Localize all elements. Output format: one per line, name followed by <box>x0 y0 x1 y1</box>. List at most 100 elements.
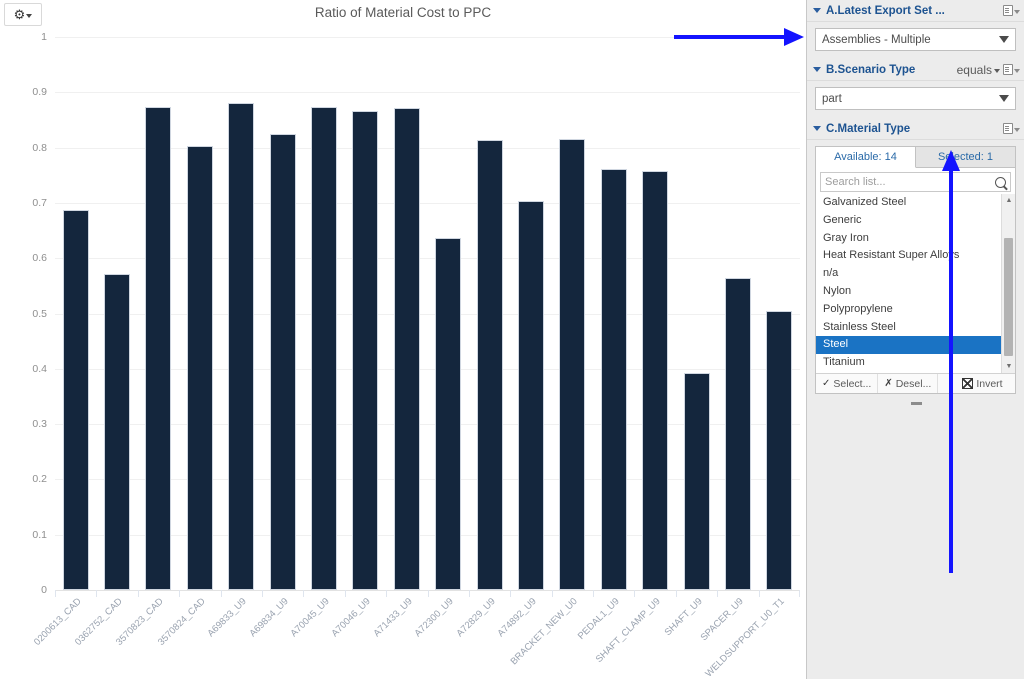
gridline <box>55 92 800 94</box>
invert-icon <box>962 378 974 389</box>
bar[interactable] <box>435 238 462 590</box>
bar[interactable] <box>62 209 89 590</box>
y-tick-label: 0.5 <box>32 307 47 320</box>
search-placeholder: Search list... <box>825 176 886 188</box>
gridline <box>55 37 800 38</box>
y-tick-label: 0.9 <box>32 86 47 99</box>
invert-selection-button[interactable]: Invert <box>956 374 1008 393</box>
page-title: Ratio of Material Cost to PPC <box>314 5 492 20</box>
bar[interactable] <box>642 170 669 590</box>
scroll-down-arrow-icon[interactable]: ▼ <box>1002 360 1015 373</box>
bar[interactable] <box>766 310 793 590</box>
material-type-selector: Available: 14 Selected: 1 Search list...… <box>815 146 1016 394</box>
y-axis-ticks: 0 0.1 0.2 0.3 0.4 0.5 0.6 0.7 0.8 0.9 1 <box>0 31 47 596</box>
bar[interactable] <box>228 103 255 590</box>
material-list-item[interactable]: Steel <box>816 336 1001 355</box>
material-list-item[interactable]: Gray Iron <box>816 230 1001 248</box>
bar[interactable] <box>724 277 751 590</box>
triangle-down-icon[interactable] <box>813 67 821 72</box>
check-icon: ✓ <box>822 378 831 389</box>
material-list-item[interactable]: Titanium <box>816 354 1001 372</box>
plot-area <box>55 37 800 591</box>
material-list-item[interactable]: Stainless Steel <box>816 319 1001 337</box>
tab-selected[interactable]: Selected: 1 <box>916 147 1015 167</box>
sheet-menu-icon[interactable] <box>1003 64 1020 75</box>
bar[interactable] <box>517 200 544 590</box>
bar[interactable] <box>145 107 172 590</box>
filter-c-header[interactable]: C.Material Type <box>807 118 1024 140</box>
triangle-down-icon[interactable] <box>813 126 821 131</box>
magnifier-icon[interactable] <box>995 176 1006 188</box>
y-tick-label: 0 <box>41 584 47 596</box>
export-set-dropdown[interactable]: Assemblies - Multiple <box>815 28 1016 51</box>
filter-a-header[interactable]: A.Latest Export Set ... <box>807 0 1024 22</box>
filter-b-header[interactable]: B.Scenario Type equals <box>807 59 1024 81</box>
invert-label: Invert <box>976 377 1003 390</box>
filter-a-title: A.Latest Export Set ... <box>826 4 945 17</box>
y-tick-label: 0.3 <box>32 418 47 431</box>
panel-collapse-handle[interactable] <box>807 396 1024 410</box>
material-list-item[interactable]: Galvanized Steel <box>816 194 1001 212</box>
bar[interactable] <box>352 111 379 590</box>
sheet-glyph <box>1003 64 1013 75</box>
scenario-operator-label: equals <box>956 62 992 77</box>
filter-b-title: B.Scenario Type <box>826 63 916 76</box>
y-tick-label: 0.8 <box>32 141 47 154</box>
scenario-operator-dropdown[interactable]: equals <box>957 63 1000 77</box>
bar[interactable] <box>476 140 503 590</box>
y-tick-label: 0.6 <box>32 252 47 265</box>
app-root: ⚙ Ratio of Material Cost to PPC 0 0.1 0.2 0… <box>0 0 1024 679</box>
material-list-wrapper: Galvanized Steel Generic Gray Iron Heat Res… <box>816 194 1015 373</box>
x-tick-label: 0200613_CAD <box>31 596 84 648</box>
material-list-item[interactable]: Heat Resistant Super Alloys <box>816 247 1001 265</box>
sheet-menu-icon[interactable] <box>1003 123 1020 134</box>
material-tabs: Available: 14 Selected: 1 <box>816 147 1015 168</box>
sheet-glyph <box>1003 123 1013 134</box>
y-tick-label: 0.4 <box>32 362 47 375</box>
material-list: Galvanized Steel Generic Gray Iron Heat Res… <box>816 194 1001 373</box>
bar[interactable] <box>600 168 627 590</box>
bar[interactable] <box>269 134 296 590</box>
deselect-all-button[interactable]: ✗ Desel... <box>878 374 939 393</box>
scrollbar-thumb[interactable] <box>1004 238 1013 356</box>
bar[interactable] <box>311 107 338 590</box>
material-action-buttons: ✓ Select... ✗ Desel... Invert <box>816 373 1015 393</box>
bar[interactable] <box>186 145 213 590</box>
chevron-down-icon <box>999 95 1009 102</box>
material-search-input[interactable]: Search list... <box>820 172 1011 192</box>
scroll-up-arrow-icon[interactable]: ▲ <box>1002 194 1015 207</box>
triangle-down-icon[interactable] <box>813 8 821 13</box>
y-tick-label: 0.7 <box>32 196 47 209</box>
bar[interactable] <box>683 373 710 590</box>
chevron-down-glyph <box>1014 69 1020 73</box>
material-list-item[interactable]: Nylon <box>816 283 1001 301</box>
filter-c-title: C.Material Type <box>826 122 911 135</box>
x-axis-labels: 0200613_CAD 0362752_CAD 3570823_CAD 3570824… <box>0 596 806 679</box>
bar[interactable] <box>393 107 420 590</box>
collapse-dash-icon <box>910 401 922 405</box>
deselect-all-label: Desel... <box>895 377 932 390</box>
material-list-scrollbar[interactable]: ▲ ▼ <box>1001 194 1015 373</box>
sheet-glyph <box>1003 5 1013 16</box>
select-all-button[interactable]: ✓ Select... <box>816 374 879 393</box>
chevron-down-icon <box>994 68 1000 73</box>
scenario-type-dropdown[interactable]: part <box>815 87 1016 110</box>
chevron-down-glyph <box>1014 128 1020 132</box>
chevron-down-glyph <box>1014 10 1020 14</box>
select-all-label: Select... <box>833 377 872 390</box>
chart-panel: ⚙ Ratio of Material Cost to PPC 0 0.1 0.2 0… <box>0 0 806 679</box>
filter-sidebar: A.Latest Export Set ... Assemblies - Mul… <box>806 0 1024 679</box>
scenario-type-value: part <box>822 92 842 105</box>
material-list-item[interactable]: Generic <box>816 212 1001 230</box>
chevron-down-icon <box>999 36 1009 43</box>
bar[interactable] <box>559 138 586 590</box>
y-tick-label: 1 <box>41 31 47 43</box>
export-set-value: Assemblies - Multiple <box>822 33 931 46</box>
tab-available[interactable]: Available: 14 <box>816 147 916 168</box>
bar[interactable] <box>104 273 131 590</box>
material-list-item[interactable]: n/a <box>816 265 1001 283</box>
material-list-item[interactable]: Polypropylene <box>816 301 1001 319</box>
y-tick-label: 0.2 <box>32 473 47 486</box>
y-tick-label: 0.1 <box>32 528 47 541</box>
sheet-menu-icon[interactable] <box>1003 5 1020 16</box>
